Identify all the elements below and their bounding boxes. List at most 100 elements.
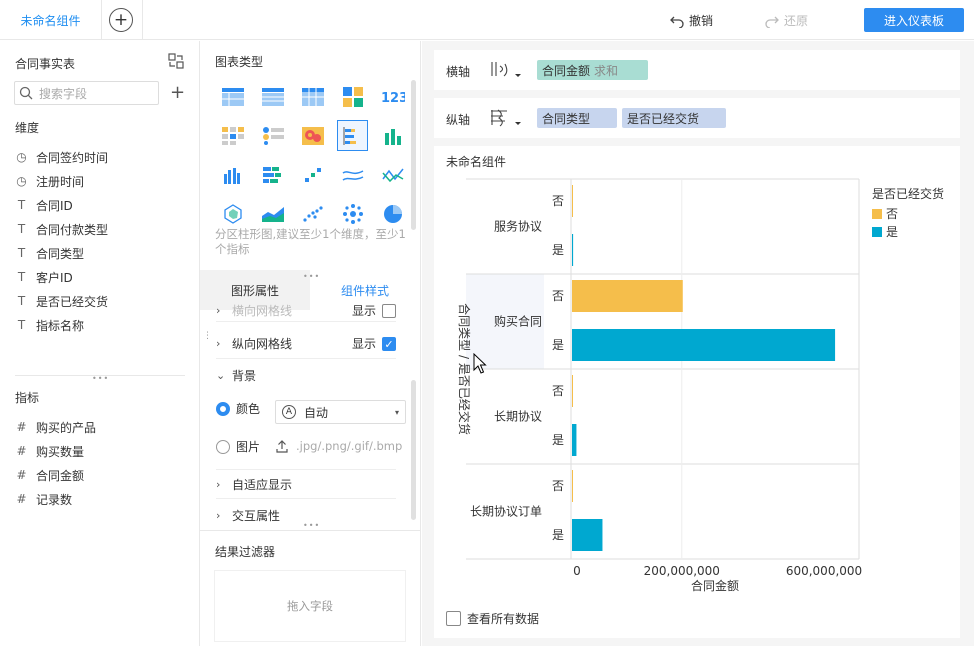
color-select[interactable]: A 自动 ▾ <box>275 400 406 424</box>
filter-divider <box>200 530 421 531</box>
radar-chart-icon[interactable] <box>217 198 248 229</box>
style-resize-handle[interactable]: ••• <box>303 521 320 530</box>
group-label: 服务协议 <box>494 219 542 234</box>
field-item[interactable]: # 购买数量 <box>15 439 96 463</box>
field-item[interactable]: T 是否已经交货 <box>15 289 108 313</box>
chart-type-scrollbar[interactable] <box>411 80 416 230</box>
area-chart-icon[interactable] <box>257 198 288 229</box>
y-axis-pill-delivered[interactable]: 是否已经交货 <box>622 108 726 128</box>
clock-icon: ◷ <box>16 174 27 188</box>
bar <box>572 329 836 361</box>
scatter-chart-icon[interactable] <box>297 198 328 229</box>
result-filter-title: 结果过滤器 <box>215 545 276 559</box>
field-item[interactable]: T 合同ID <box>15 193 108 217</box>
field-item[interactable]: # 记录数 <box>15 487 96 511</box>
text-grid-icon[interactable] <box>217 120 248 151</box>
cross-table-icon[interactable] <box>297 81 328 112</box>
image-radio[interactable] <box>216 439 230 454</box>
bar <box>572 375 573 407</box>
polyline-chart-icon[interactable] <box>377 159 408 190</box>
partition-bar-chart-icon[interactable] <box>337 120 368 151</box>
v-grid-checkbox[interactable]: ✓ <box>382 336 396 351</box>
hash-icon: # <box>16 444 27 458</box>
stacked-bar-icon[interactable] <box>257 159 288 190</box>
partition-bar-chart: 未命名组件服务协议否是购买合同否是长期协议否是长期协议订单否是0 200,000,… <box>446 154 944 593</box>
grouped-table-icon[interactable] <box>257 81 288 112</box>
add-tab-button[interactable]: + <box>109 8 133 32</box>
x-pill-field: 合同金额 <box>542 63 591 78</box>
field-search-input[interactable]: 搜索字段 <box>14 81 159 105</box>
add-field-button[interactable]: + <box>170 81 185 105</box>
drag-handle-icon[interactable]: ⋮ <box>203 332 212 341</box>
x-axis-title: 合同金额 <box>691 578 739 593</box>
x-tick-label: 600,000,000 <box>786 564 862 578</box>
kpi-number-icon[interactable]: 123 <box>377 81 408 112</box>
field-label: 合同ID <box>36 198 73 213</box>
field-item[interactable]: ◷ 注册时间 <box>15 169 108 193</box>
legend-swatch <box>872 227 882 237</box>
color-select-value: 自动 <box>304 405 329 420</box>
background-color-option[interactable]: 颜色 <box>216 400 260 417</box>
row-vertical-gridline[interactable]: › 纵向网格线 显示 ✓ <box>216 329 396 359</box>
row-horizontal-gridline[interactable]: › 横向网格线 显示 <box>216 300 396 322</box>
y-axis-shelf: 纵轴 合同类型 是否已经交货 <box>434 98 960 138</box>
column-chart-icon[interactable] <box>377 120 408 151</box>
row-background[interactable]: ⌄ 背景 <box>216 360 396 390</box>
y-axis-pill-contract-type[interactable]: 合同类型 <box>537 108 617 128</box>
x-tick-label: 200,000,000 <box>644 564 720 578</box>
heat-table-icon[interactable] <box>337 81 368 112</box>
x-axis-shelf: 横轴 合同金额 求和 <box>434 50 960 90</box>
axis-sort-icon[interactable] <box>489 108 523 128</box>
field-item[interactable]: T 指标名称 <box>15 313 108 337</box>
pie-chart-icon[interactable] <box>377 198 408 229</box>
dot-table-icon[interactable] <box>257 120 288 151</box>
axis-sort-icon[interactable] <box>489 60 523 80</box>
field-item[interactable]: # 合同金额 <box>15 463 96 487</box>
y-pill-1: 合同类型 <box>542 111 591 126</box>
filter-drop-zone[interactable]: 拖入字段 <box>214 570 406 642</box>
drop-field-label: 拖入字段 <box>287 599 333 613</box>
table-chart-icon[interactable] <box>217 81 248 112</box>
legend-title: 是否已经交货 <box>872 186 944 201</box>
bar <box>572 519 603 551</box>
field-label: 客户ID <box>36 270 73 285</box>
style-scrollbar[interactable] <box>411 380 416 520</box>
h-grid-checkbox[interactable] <box>382 303 396 318</box>
tabs-resize-handle[interactable]: ••• <box>303 272 320 281</box>
row-adaptive-label: 自适应显示 <box>232 477 293 492</box>
field-item[interactable]: ◷ 合同签约时间 <box>15 145 108 169</box>
view-all-checkbox[interactable] <box>446 611 461 626</box>
undo-button[interactable]: 撤销 <box>670 12 713 29</box>
multi-column-icon[interactable] <box>217 159 248 190</box>
step-chart-icon[interactable] <box>297 159 328 190</box>
tab-unnamed-component[interactable]: 未命名组件 <box>0 0 102 40</box>
field-label: 合同金额 <box>36 468 85 483</box>
panel-resize-handle[interactable]: ••• <box>92 375 108 383</box>
image-formats: .jpg/.png/.gif/.bmp <box>296 439 403 453</box>
view-all-data-option[interactable]: 查看所有数据 <box>446 610 539 627</box>
field-item[interactable]: T 合同类型 <box>15 241 108 265</box>
y-axis-title: 合同类型 / 是否已经交货 <box>457 303 472 435</box>
field-item[interactable]: T 客户ID <box>15 265 108 289</box>
switch-table-icon[interactable] <box>168 53 184 69</box>
enter-dashboard-button[interactable]: 进入仪表板 <box>864 8 964 32</box>
heatmap-icon[interactable] <box>297 120 328 151</box>
color-radio[interactable] <box>216 401 230 416</box>
field-panel: 合同事实表 搜索字段 + 维度 ◷ 合同签约时间 ◷ 注册时间 T 合同ID T 合同付款类型… <box>0 41 200 646</box>
hash-icon: # <box>16 468 27 482</box>
image-upload[interactable]: .jpg/.png/.gif/.bmp <box>276 439 402 453</box>
field-item[interactable]: # 购买的产品 <box>15 415 96 439</box>
dimensions-title: 维度 <box>15 121 40 135</box>
undo-icon <box>670 16 684 28</box>
field-label: 合同付款类型 <box>36 222 109 237</box>
redo-button[interactable]: 还原 <box>765 12 808 29</box>
background-image-option[interactable]: 图片 <box>216 438 260 455</box>
x-axis-pill-contract-amount[interactable]: 合同金额 求和 <box>537 60 649 80</box>
y-axis-label: 纵轴 <box>446 113 471 127</box>
bar <box>572 424 577 456</box>
subcategory-label: 是 <box>552 433 564 447</box>
line-chart-icon[interactable] <box>337 159 368 190</box>
field-item[interactable]: T 合同付款类型 <box>15 217 108 241</box>
row-adaptive-display[interactable]: › 自适应显示 <box>216 469 396 499</box>
bubble-chart-icon[interactable] <box>337 198 368 229</box>
